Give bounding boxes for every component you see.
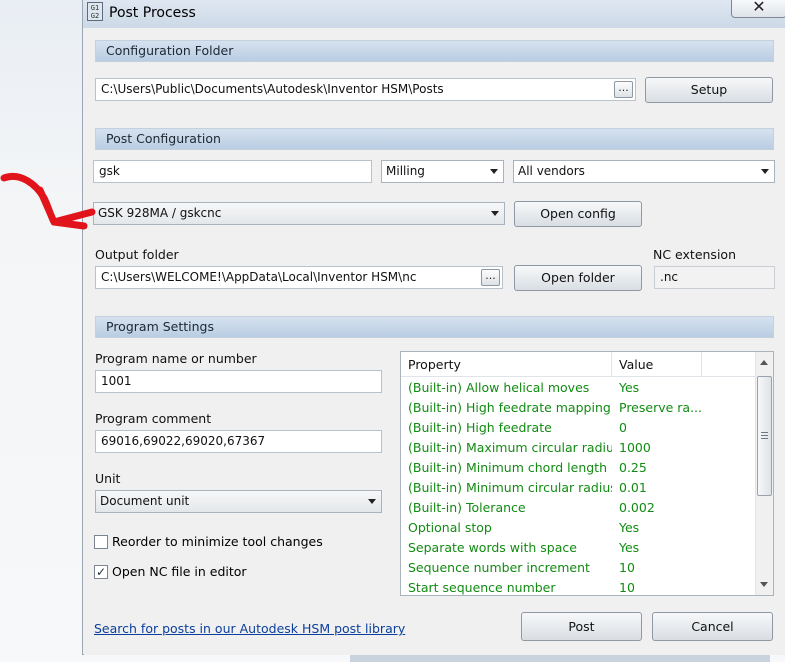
property-name-cell: (Built-in) Minimum chord length	[408, 460, 607, 475]
background-bottom-strip	[350, 654, 770, 662]
grip-line	[761, 435, 768, 436]
property-name-cell: (Built-in) High feedrate mapping	[408, 400, 611, 415]
window-title: Post Process	[109, 5, 196, 21]
property-value-cell[interactable]: 10	[612, 578, 702, 595]
table-row[interactable]: (Built-in) Allow helical moves Yes	[401, 378, 756, 398]
property-name-cell: Separate words with space	[408, 540, 577, 555]
property-name-cell: Sequence number increment	[408, 560, 590, 575]
table-row[interactable]: (Built-in) Minimum chord length 0.25	[401, 458, 756, 478]
post-library-link[interactable]: Search for posts in our Autodesk HSM pos…	[94, 621, 405, 636]
reorder-tools-checkbox[interactable]	[94, 535, 108, 549]
output-folder-browse-button[interactable]: ...	[481, 269, 500, 286]
open-nc-label: Open NC file in editor	[112, 564, 247, 579]
output-folder-path: C:\Users\WELCOME!\AppData\Local\Inventor…	[101, 270, 417, 284]
post-button[interactable]: Post	[521, 612, 642, 641]
property-name-cell: (Built-in) High feedrate	[408, 420, 552, 435]
config-folder-path: C:\Users\Public\Documents\Autodesk\Inven…	[101, 82, 444, 96]
grid-header: Property Value	[401, 352, 756, 377]
open-folder-button[interactable]: Open folder	[514, 265, 642, 291]
program-comment-input[interactable]: 69016,69022,69020,67367	[95, 430, 382, 453]
property-value-cell[interactable]: Preserve ra...	[612, 398, 702, 418]
unit-value: Document unit	[100, 494, 190, 508]
program-name-label: Program name or number	[95, 351, 257, 366]
chevron-down-icon	[491, 211, 499, 216]
machine-type-value: Milling	[386, 164, 425, 178]
output-folder-label: Output folder	[95, 247, 179, 262]
table-row[interactable]: (Built-in) High feedrate mapping Preserve…	[401, 398, 756, 418]
chevron-down-icon	[761, 169, 769, 174]
setup-button[interactable]: Setup	[645, 77, 773, 103]
output-folder-field[interactable]: C:\Users\WELCOME!\AppData\Local\Inventor…	[95, 266, 503, 289]
scroll-down-icon[interactable]	[760, 582, 768, 587]
machine-type-select[interactable]: Milling	[381, 160, 504, 183]
property-value-cell[interactable]: 0.01	[612, 478, 702, 498]
chevron-down-icon	[368, 499, 376, 504]
grip-line	[761, 432, 768, 433]
property-value-cell[interactable]: 0	[612, 418, 702, 438]
table-row[interactable]: (Built-in) High feedrate 0	[401, 418, 756, 438]
table-row[interactable]: Optional stop Yes	[401, 518, 756, 538]
table-row[interactable]: Sequence number increment 10	[401, 558, 756, 578]
app-icon: G1 G2	[87, 2, 103, 21]
section-post-configuration: Post Configuration	[95, 128, 774, 150]
property-value-cell[interactable]: 10	[612, 558, 702, 578]
section-configuration-folder: Configuration Folder	[95, 40, 774, 62]
config-folder-field[interactable]: C:\Users\Public\Documents\Autodesk\Inven…	[95, 78, 636, 101]
property-value-cell[interactable]: Yes	[612, 378, 702, 398]
table-row[interactable]: (Built-in) Minimum circular radius 0.01	[401, 478, 756, 498]
post-properties-grid: Property Value (Built-in) Allow helical …	[400, 351, 774, 596]
property-value-cell[interactable]: 0.25	[612, 458, 702, 478]
property-name-cell: (Built-in) Maximum circular radius	[408, 440, 612, 455]
property-name-cell: (Built-in) Minimum circular radius	[408, 480, 612, 495]
unit-label: Unit	[95, 471, 121, 486]
table-row[interactable]: Start sequence number 10	[401, 578, 756, 595]
open-config-button[interactable]: Open config	[514, 201, 642, 227]
cancel-button[interactable]: Cancel	[652, 612, 773, 641]
config-folder-browse-button[interactable]: ...	[614, 81, 633, 98]
close-button[interactable]: ✕	[731, 0, 785, 18]
table-row[interactable]: (Built-in) Tolerance 0.002	[401, 498, 756, 518]
dialog-content: Configuration Folder C:\Users\Public\Doc…	[84, 28, 785, 655]
property-name-cell: Start sequence number	[408, 580, 556, 595]
property-value-cell[interactable]: 0.002	[612, 498, 702, 518]
nc-extension-field[interactable]: .nc	[654, 266, 775, 289]
post-search-input[interactable]: gsk	[93, 160, 372, 183]
chevron-down-icon	[490, 169, 498, 174]
post-process-dialog: G1 G2 Post Process ✕ Configuration Folde…	[82, 0, 785, 655]
column-header-value[interactable]: Value	[612, 352, 702, 377]
property-name-cell: (Built-in) Tolerance	[408, 500, 526, 515]
scroll-up-icon[interactable]	[760, 360, 768, 365]
open-nc-checkbox[interactable]: ✓	[94, 565, 108, 579]
vendor-select[interactable]: All vendors	[513, 160, 775, 183]
section-program-settings: Program Settings	[95, 316, 774, 338]
unit-select[interactable]: Document unit	[95, 490, 382, 513]
program-name-input[interactable]: 1001	[95, 370, 382, 393]
post-select[interactable]: GSK 928MA / gskcnc	[93, 202, 505, 225]
grid-scrollbar[interactable]	[755, 352, 773, 595]
property-value-cell[interactable]: 1000	[612, 438, 702, 458]
table-row[interactable]: Separate words with space Yes	[401, 538, 756, 558]
vendor-value: All vendors	[518, 164, 585, 178]
table-row[interactable]: (Built-in) Maximum circular radius 1000	[401, 438, 756, 458]
title-bar[interactable]: G1 G2 Post Process ✕	[83, 0, 785, 28]
scroll-thumb[interactable]	[757, 376, 772, 496]
reorder-tools-label: Reorder to minimize tool changes	[112, 534, 323, 549]
program-comment-label: Program comment	[95, 411, 212, 426]
grip-line	[761, 438, 768, 439]
column-header-property[interactable]: Property	[401, 352, 612, 377]
property-name-cell: (Built-in) Allow helical moves	[408, 380, 590, 395]
nc-extension-label: NC extension	[653, 247, 736, 262]
property-value-cell[interactable]: Yes	[612, 518, 702, 538]
post-value: GSK 928MA / gskcnc	[98, 206, 222, 220]
property-name-cell: Optional stop	[408, 520, 492, 535]
reorder-tools-option[interactable]: Reorder to minimize tool changes	[94, 534, 334, 553]
red-arrow-annotation-icon	[0, 173, 96, 230]
open-nc-option[interactable]: ✓ Open NC file in editor	[94, 564, 294, 583]
property-value-cell[interactable]: Yes	[612, 538, 702, 558]
